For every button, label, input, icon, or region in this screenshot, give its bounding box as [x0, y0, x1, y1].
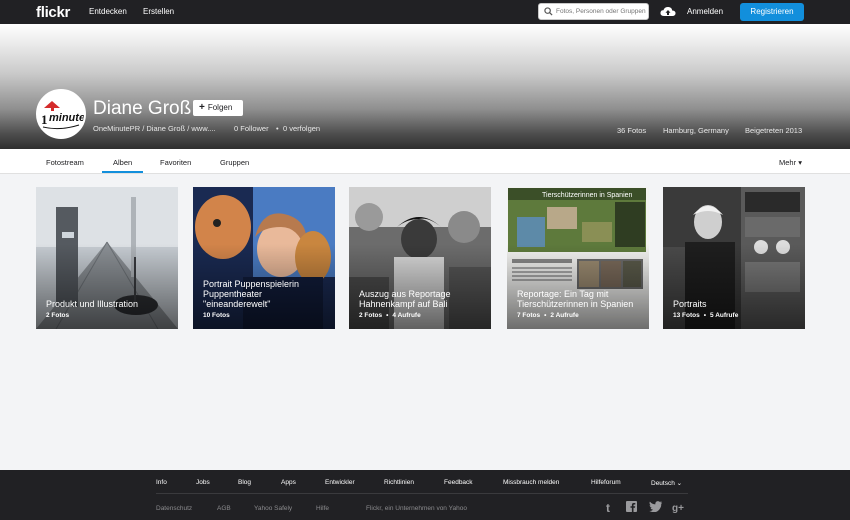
avatar[interactable]: 1 minute	[36, 89, 86, 139]
footer-link-blog[interactable]: Blog	[238, 479, 251, 486]
album-title: Auszug aus Reportage Hahnenkampf auf Bal…	[359, 289, 451, 309]
facebook-icon[interactable]	[626, 501, 637, 512]
album-card[interactable]: Produkt und Illustration 2 Fotos	[36, 187, 178, 329]
tab-albums[interactable]: Alben	[113, 158, 132, 167]
album-view-count: 4 Aufrufe	[392, 312, 421, 319]
footer-link-yahoo-safely[interactable]: Yahoo Safely	[254, 505, 292, 512]
follow-button[interactable]: + Folgen	[193, 100, 243, 116]
top-navigation: flickr Entdecken Erstellen Anmelden Regi…	[0, 0, 850, 24]
footer-link-guidelines[interactable]: Richtlinien	[384, 479, 414, 486]
footer-link-privacy[interactable]: Datenschutz	[156, 505, 192, 512]
album-photo-count: 2 Fotos	[359, 312, 383, 319]
separator-dot: •	[703, 312, 707, 319]
album-card[interactable]: Portrait Puppenspielerin Puppentheater "…	[193, 187, 335, 329]
language-select[interactable]: Deutsch ⌄	[651, 479, 682, 487]
album-stats: 7 Fotos • 2 Aufrufe	[517, 312, 579, 319]
tab-photostream[interactable]: Fotostream	[46, 158, 84, 167]
location: Hamburg, Germany	[663, 126, 729, 135]
album-photo-count: 7 Fotos	[517, 312, 541, 319]
follow-label: Folgen	[207, 103, 233, 112]
album-stats: 2 Fotos • 4 Aufrufe	[359, 312, 421, 319]
following-count[interactable]: 0 verfolgen	[283, 124, 320, 133]
tumblr-icon[interactable]: t	[605, 501, 615, 513]
footer-link-apps[interactable]: Apps	[281, 479, 296, 486]
more-menu[interactable]: Mehr ▾	[779, 158, 802, 167]
followers-count[interactable]: 0 Follower	[234, 124, 269, 133]
flickr-logo[interactable]: flickr	[36, 4, 70, 21]
album-view-count: 5 Aufrufe	[710, 312, 739, 319]
svg-text:g+: g+	[672, 503, 684, 513]
register-button[interactable]: Registrieren	[740, 3, 804, 21]
chevron-down-icon: ▾	[798, 158, 802, 167]
separator-dot: •	[544, 312, 547, 319]
google-plus-icon[interactable]: g+	[672, 501, 686, 513]
joined-date: Beigetreten 2013	[745, 126, 803, 135]
upload-cloud-icon[interactable]	[660, 6, 676, 17]
tab-groups[interactable]: Gruppen	[220, 158, 249, 167]
album-title: Reportage: Ein Tag mit Tierschützerinnen…	[517, 289, 634, 309]
album-inner-heading: Tierschützerinnen in Spanien	[542, 192, 633, 199]
album-stats: 2 Fotos	[46, 312, 69, 319]
footer-link-report-abuse[interactable]: Missbrauch melden	[503, 479, 559, 486]
footer-link-help[interactable]: Hilfe	[316, 505, 329, 512]
footer-link-help-forum[interactable]: Hilfeforum	[591, 479, 621, 486]
separator-dot: •	[276, 124, 279, 133]
profile-subnav: Fotostream Alben Favoriten Gruppen Mehr …	[0, 149, 850, 174]
album-photo-count: 10 Fotos	[203, 312, 230, 319]
album-photo-count: 2 Fotos	[46, 312, 70, 319]
album-title: Portrait Puppenspielerin Puppentheater "…	[203, 279, 300, 309]
album-stats: 13 Fotos • 5 Aufrufe	[673, 312, 738, 319]
language-label: Deutsch	[651, 480, 675, 487]
signin-link[interactable]: Anmelden	[687, 7, 723, 16]
album-photo-count: 13 Fotos	[673, 312, 700, 319]
album-card[interactable]: Portraits 13 Fotos • 5 Aufrufe	[663, 187, 805, 329]
footer-company-note: Flickr, ein Unternehmen von Yahoo	[366, 505, 467, 512]
album-card[interactable]: Auszug aus Reportage Hahnenkampf auf Bal…	[349, 187, 491, 329]
footer-link-developers[interactable]: Entwickler	[325, 479, 355, 486]
album-title: Portraits	[673, 299, 707, 309]
album-stats: 10 Fotos	[203, 312, 230, 319]
svg-text:t: t	[606, 501, 610, 513]
album-title: Produkt und Illustration	[46, 299, 139, 309]
album-view-count: 2 Aufrufe	[550, 312, 579, 319]
profile-subtitle[interactable]: OneMinutePR / Diane Groß / www....	[93, 124, 216, 133]
footer-link-feedback[interactable]: Feedback	[444, 479, 473, 486]
footer-link-terms[interactable]: AGB	[217, 505, 231, 512]
footer-link-info[interactable]: Info	[156, 479, 167, 486]
active-tab-indicator	[102, 171, 143, 173]
separator-dot: •	[386, 312, 389, 319]
chevron-down-icon: ⌄	[676, 480, 683, 487]
nav-create[interactable]: Erstellen	[143, 7, 174, 16]
footer-divider	[156, 493, 688, 494]
avatar-digit: 1	[41, 112, 48, 127]
more-label: Mehr	[779, 158, 797, 167]
search-icon	[544, 7, 553, 16]
footer: Info Jobs Blog Apps Entwickler Richtlini…	[0, 470, 850, 520]
tab-favorites[interactable]: Favoriten	[160, 158, 191, 167]
search-box[interactable]	[538, 3, 649, 20]
plus-icon: +	[199, 102, 205, 113]
avatar-text: minute	[49, 112, 84, 124]
nav-explore[interactable]: Entdecken	[89, 7, 127, 16]
profile-name: Diane Groß	[93, 98, 192, 119]
footer-link-jobs[interactable]: Jobs	[196, 479, 210, 486]
album-card[interactable]: Tierschützerinnen in Spanien Reportage: …	[507, 187, 649, 329]
search-input[interactable]	[556, 5, 646, 18]
avatar-logo: 1 minute	[38, 91, 84, 137]
twitter-icon[interactable]	[649, 501, 662, 512]
photo-count: 36 Fotos	[617, 126, 647, 135]
